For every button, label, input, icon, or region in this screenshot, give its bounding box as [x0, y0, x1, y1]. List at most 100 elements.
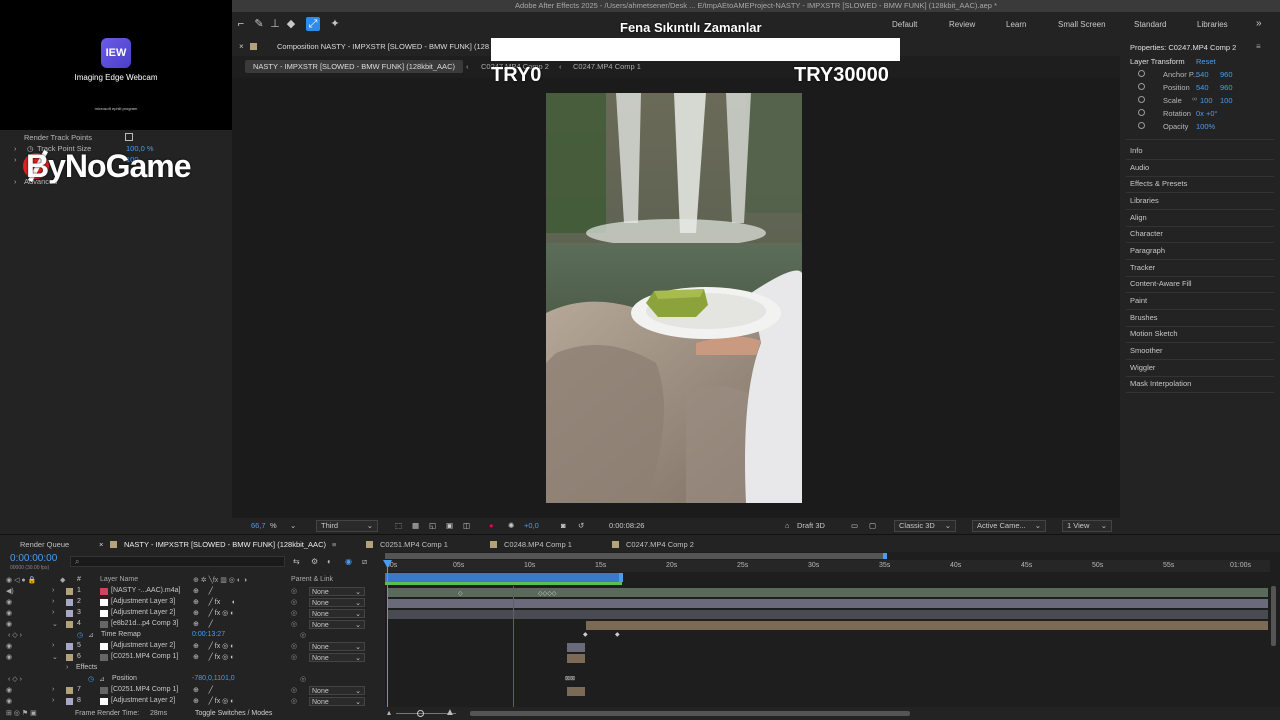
keyframe-icon[interactable]: ◇◇◇◇	[538, 590, 556, 597]
track-bar[interactable]	[586, 621, 1268, 630]
effects-group-label[interactable]: Effects	[76, 664, 97, 671]
stopwatch-icon[interactable]	[1138, 70, 1145, 77]
keyframe-icon[interactable]: ◇	[458, 590, 463, 597]
more-workspaces-icon[interactable]: »	[1256, 18, 1262, 29]
layer-name[interactable]: [C0251.MP4 Comp 1]	[111, 686, 178, 693]
pick-whip-icon[interactable]: ◎	[291, 653, 297, 661]
tab-menu-icon[interactable]: ≡	[332, 540, 336, 549]
layer-row[interactable]: ◉ ⌄ 4 [e8b21d...p4 Comp 3] ⊕ ╱ ◎ None ⌄	[0, 619, 385, 630]
label-color-icon[interactable]	[66, 698, 73, 705]
opacity-value[interactable]: 100%	[1196, 122, 1215, 131]
layer-name[interactable]: [e8b21d...p4 Comp 3]	[111, 620, 178, 627]
parent-dropdown[interactable]: None ⌄	[309, 653, 365, 662]
layer-row[interactable]: ◉ › 7 [C0251.MP4 Comp 1] ⊕ ╱ ◎ None ⌄	[0, 685, 385, 696]
stopwatch-icon[interactable]	[1138, 122, 1145, 129]
layer-switches[interactable]: ⊕ ╱ fx ◎ ◐	[193, 697, 234, 705]
panel-paragraph[interactable]: Paragraph	[1130, 246, 1165, 255]
eye-icon[interactable]: ◉	[6, 620, 12, 628]
expand-arrow-icon[interactable]: ›	[52, 609, 54, 616]
parent-dropdown[interactable]: None ⌄	[309, 598, 365, 607]
layer-name[interactable]: [Adjustment Layer 2]	[111, 642, 175, 649]
expand-arrow-icon[interactable]: ›	[52, 642, 54, 649]
track-bar[interactable]	[388, 588, 1268, 597]
renderer-dropdown[interactable]: Classic 3D ⌄	[894, 520, 956, 532]
camera-dropdown[interactable]: Active Came... ⌄	[972, 520, 1046, 532]
track-bar[interactable]	[388, 599, 1268, 608]
workspace-review[interactable]: Review	[949, 20, 975, 29]
keyframe-icon[interactable]: ◆	[583, 631, 588, 638]
panel-align[interactable]: Align	[1130, 213, 1147, 222]
expand-arrow-icon[interactable]: ›	[14, 177, 17, 186]
collapse-arrow-icon[interactable]: ⌄	[52, 620, 58, 628]
panel-audio[interactable]: Audio	[1130, 163, 1149, 172]
position-y[interactable]: 960	[1220, 83, 1233, 92]
label-color-icon[interactable]	[66, 621, 73, 628]
workspace-libraries[interactable]: Libraries	[1197, 20, 1228, 29]
parent-dropdown[interactable]: None ⌄	[309, 642, 365, 651]
pick-whip-icon[interactable]: ◎	[291, 620, 297, 628]
expand-arrow-icon[interactable]: ›	[66, 664, 68, 671]
time-navigator[interactable]	[385, 553, 885, 559]
render-track-points-checkbox[interactable]	[125, 133, 133, 141]
horizontal-scrollbar[interactable]	[470, 711, 910, 716]
eye-icon[interactable]: ◉	[6, 653, 12, 661]
panel-wiggler[interactable]: Wiggler	[1130, 363, 1155, 372]
composition-tab[interactable]: Composition NASTY - IMPXSTR [SLOWED - BM…	[277, 42, 489, 51]
parent-dropdown[interactable]: None ⌄	[309, 686, 365, 695]
current-time-indicator[interactable]	[387, 560, 388, 707]
transparency-grid-icon[interactable]: ▦	[412, 521, 419, 530]
toggle-switches-modes[interactable]: Toggle Switches / Modes	[195, 710, 272, 717]
grid-icon[interactable]: ▣	[446, 521, 453, 530]
extended-viewer-icon[interactable]: ▭	[851, 521, 858, 530]
panel-paint[interactable]: Paint	[1130, 296, 1147, 305]
parent-dropdown[interactable]: None ⌄	[309, 587, 365, 596]
parent-dropdown[interactable]: None ⌄	[309, 609, 365, 618]
panel-info[interactable]: Info	[1130, 146, 1143, 155]
zoom-value[interactable]: 66,7	[251, 521, 266, 530]
draft-3d-icon[interactable]: ⌂	[785, 521, 790, 530]
track-bar[interactable]	[567, 643, 585, 652]
comp-mini-flowchart-icon[interactable]: ⇆	[293, 557, 300, 566]
parent-dropdown[interactable]: None ⌄	[309, 697, 365, 706]
panel-effects-presets[interactable]: Effects & Presets	[1130, 179, 1187, 188]
eye-icon[interactable]: ◉	[6, 642, 12, 650]
zoom-slider-handle[interactable]	[417, 710, 424, 717]
property-row[interactable]: ‹ ◇ › ◷ ⊿ Time Remap 0:00:13:27 ◎	[0, 630, 385, 641]
viewer-timecode[interactable]: 0:00:08:26	[609, 521, 644, 530]
draft-3d-timeline-icon[interactable]: ⚙	[311, 557, 318, 566]
panel-brushes[interactable]: Brushes	[1130, 313, 1158, 322]
mask-visibility-icon[interactable]: ◱	[429, 521, 436, 530]
layer-switches[interactable]: ⊕ ╱	[193, 620, 213, 628]
layer-name[interactable]: [C0251.MP4 Comp 1]	[111, 653, 178, 660]
keyframe-icon[interactable]: ⊠⊠	[565, 675, 575, 682]
label-color-icon[interactable]	[66, 687, 73, 694]
label-color-icon[interactable]	[66, 588, 73, 595]
scale-x[interactable]: 100	[1200, 96, 1213, 105]
pick-whip-icon[interactable]: ◎	[300, 631, 306, 639]
layer-row[interactable]: ◀) › 1 [NASTY -...AAC).m4a] ⊕ ╱ ◎ None ⌄	[0, 586, 385, 597]
column-layer-name[interactable]: Layer Name	[100, 576, 138, 583]
tab-render-queue[interactable]: Render Queue	[20, 540, 69, 549]
tab-c0248-comp-1[interactable]: C0248.MP4 Comp 1	[504, 540, 572, 549]
property-group-row[interactable]: › Effects	[0, 663, 385, 674]
panel-motion-sketch[interactable]: Motion Sketch	[1130, 329, 1178, 338]
view-layout-dropdown[interactable]: 1 View ⌄	[1062, 520, 1112, 532]
stopwatch-icon[interactable]: ◷	[88, 675, 94, 683]
label-color-icon[interactable]	[66, 654, 73, 661]
parent-dropdown[interactable]: None ⌄	[309, 620, 365, 629]
layer-name[interactable]: [Adjustment Layer 2]	[111, 609, 175, 616]
label-color-icon[interactable]	[66, 599, 73, 606]
position-property-value[interactable]: -780,0,1101,0	[192, 675, 235, 682]
layer-row[interactable]: ◉ › 3 [Adjustment Layer 2] ⊕ ╱ fx ◎ ◐ ◎ …	[0, 608, 385, 619]
snapshot-icon[interactable]: ◙	[561, 521, 566, 530]
expand-arrow-icon[interactable]: ›	[14, 155, 17, 164]
layer-switches[interactable]: ⊕ ╱ fx ◎ ◐	[193, 609, 234, 617]
keyframe-nav-icon[interactable]: ‹ ◇ ›	[8, 631, 22, 639]
position-x[interactable]: 540	[1196, 83, 1209, 92]
scale-y[interactable]: 100	[1220, 96, 1233, 105]
anchor-point-y[interactable]: 960	[1220, 70, 1233, 79]
brush-tool-icon[interactable]: ✎	[252, 17, 266, 31]
pick-whip-icon[interactable]: ◎	[291, 587, 297, 595]
collapse-arrow-icon[interactable]: ⌄	[52, 653, 58, 661]
zoom-dropdown-icon[interactable]: ⌄	[290, 521, 296, 530]
